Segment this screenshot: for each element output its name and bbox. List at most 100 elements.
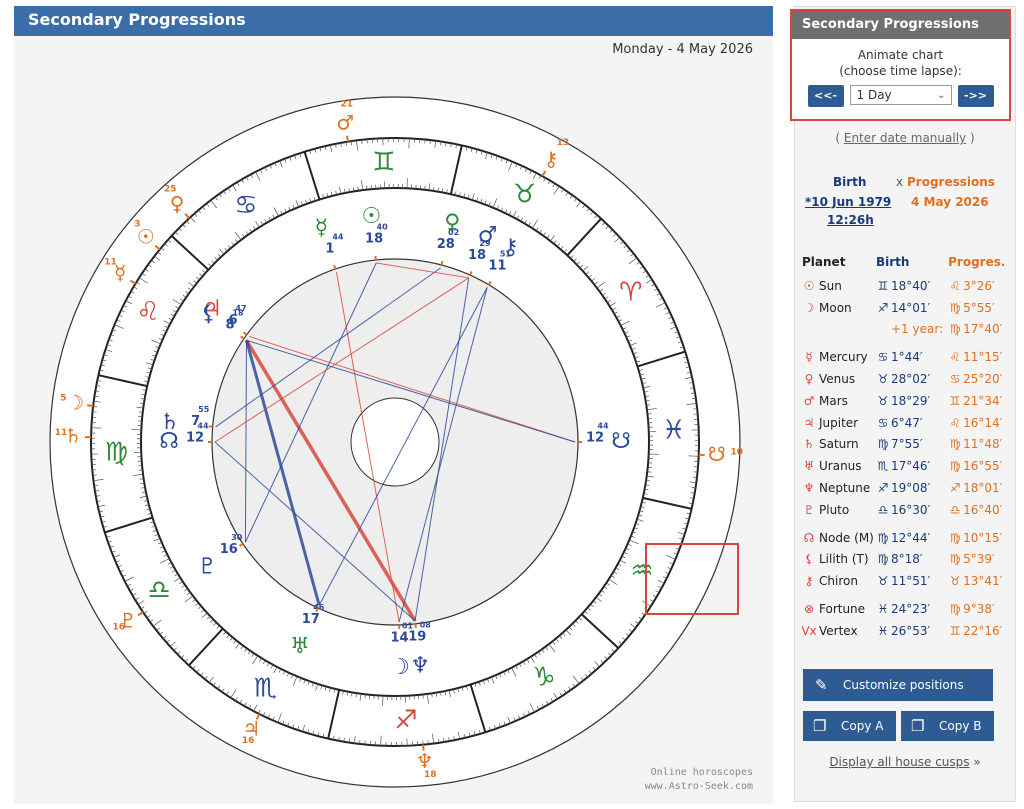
natal-planet-icon: ♄ — [160, 410, 180, 435]
birth-value: 8°18′ — [891, 552, 923, 567]
center-circle — [350, 397, 440, 487]
birth-date-link[interactable]: *10 Jun 1979 — [805, 195, 891, 209]
customize-positions-button[interactable]: ✎ Customize positions — [803, 669, 993, 701]
birth-time-link[interactable]: 12:26h — [827, 213, 874, 227]
birth-value: 18°29′ — [891, 393, 931, 408]
progressed-sign-icon: ♋ — [949, 372, 961, 387]
natal-planet-minute: 40 — [377, 223, 389, 232]
animate-text: Animate chart (choose time lapse): — [792, 47, 1009, 79]
natal-planet-degree: 28 — [437, 237, 455, 252]
natal-planet-minute: 01 — [402, 621, 414, 630]
progressed-sign-icon: ♍ — [949, 322, 961, 337]
progressed-sign-icon: ♊ — [949, 623, 961, 638]
birth-sign-icon: ♍ — [877, 437, 889, 452]
progressed-sign-icon: ♍ — [949, 459, 961, 474]
planet-glyph-icon: ☿ — [805, 350, 813, 365]
birth-sign-icon: ♉ — [877, 393, 889, 408]
copy-a-label: Copy A — [841, 719, 884, 733]
time-lapse-select[interactable]: 1 Day ⌄ — [849, 85, 952, 105]
birth-value: 26°53′ — [891, 623, 931, 638]
planet-marker — [333, 264, 337, 270]
birth-sign-icon: ♋ — [877, 350, 889, 365]
birth-value: 6°47′ — [891, 415, 923, 430]
progressed-position-cell: ♍ 10°15′ — [947, 524, 1011, 549]
copy-icon: ❐ — [911, 717, 925, 735]
progressed-sign-icon: ♉ — [949, 574, 961, 589]
natal-planet-degree: 1 — [325, 241, 334, 256]
progressed-value: 16°40′ — [963, 502, 1003, 517]
birth-position-cell: ♓ 24°23′ — [875, 595, 947, 620]
chevron-down-icon: ⌄ — [937, 90, 946, 101]
birth-sign-icon: ♉ — [877, 372, 889, 387]
natal-planet-degree: 14 — [390, 630, 408, 645]
planet-glyph-icon: ☽ — [803, 300, 815, 315]
progressed-sign-icon: ♊ — [949, 393, 961, 408]
natal-planet-icon: ♆ — [410, 654, 430, 679]
planet-name: Mercury — [819, 350, 868, 365]
planet-table: Planet Birth Progres. ☉ Sun ♊ 18°40′ ♌ 3°26′ ☽… — [801, 249, 1011, 642]
table-row: ♆ Neptune ♐ 19°08′ ♐ 18°01′ — [801, 477, 1011, 499]
planet-name-cell: ♆ Neptune — [801, 477, 875, 499]
birth-sign-icon: ♏ — [877, 459, 889, 474]
natal-planet-degree: 11 — [488, 259, 506, 274]
planet-marker — [346, 135, 349, 142]
progressed-position-cell: ♍ 16°55′ — [947, 455, 1011, 477]
planet-name: Fortune — [819, 602, 866, 617]
progressed-position-cell: ♍ 11°48′ — [947, 434, 1011, 456]
progressed-planet-degree: 25 — [164, 185, 177, 195]
x-separator: x — [896, 175, 904, 189]
planet-glyph-icon: ♇ — [803, 502, 815, 517]
planet-glyph-icon: ♂ — [803, 393, 815, 408]
animate-box: Secondary Progressions Animate chart (ch… — [790, 9, 1011, 121]
progressed-planet-degree: 21 — [340, 100, 353, 110]
birth-sign-icon: ♍ — [877, 552, 889, 567]
natal-planet-minute: 29 — [479, 239, 491, 248]
zodiac-sign-icon: ♒ — [630, 556, 653, 586]
enter-date-link[interactable]: Enter date manually — [844, 131, 966, 145]
all-cusps-row: Display all house cusps » — [795, 755, 1015, 769]
planet-name-cell: ⚸ Lilith (T) — [801, 549, 875, 571]
progressed-planet-degree: 11 — [104, 257, 117, 267]
right-panel: Secondary Progressions Animate chart (ch… — [790, 6, 1016, 802]
planet-glyph-icon: ☉ — [803, 278, 815, 293]
table-row: ♄ Saturn ♍ 7°55′ ♍ 11°48′ — [801, 434, 1011, 456]
birth-position-cell: ♋ 1°44′ — [875, 343, 947, 368]
prev-button[interactable]: <<- — [807, 85, 844, 107]
progressed-planet-icon: ☋ — [708, 442, 726, 466]
copy-a-button[interactable]: ❐ Copy A — [803, 711, 896, 741]
natal-planet-degree: 16 — [220, 542, 238, 557]
col-birth: Birth — [876, 255, 910, 269]
progressed-position-cell: ♐ 18°01′ — [947, 477, 1011, 499]
zodiac-sign-icon: ♈ — [619, 277, 642, 307]
planet-name-cell — [801, 319, 875, 344]
natal-planet-minute: 46 — [313, 603, 325, 612]
progressed-position-cell: ♊ 22°16′ — [947, 620, 1011, 642]
zodiac-sign-icon: ♎ — [148, 576, 171, 606]
natal-planet-degree: 17 — [302, 612, 320, 627]
natal-planet-minute: 02 — [448, 228, 459, 237]
progressed-planet-icon: ☽ — [66, 390, 84, 414]
copy-b-button[interactable]: ❐ Copy B — [901, 711, 994, 741]
planet-name: Saturn — [819, 437, 859, 452]
progressed-sign-icon: ♍ — [949, 437, 961, 452]
all-cusps-arrow: » — [969, 755, 981, 769]
progressed-position-cell: ♍ 17°40′ — [947, 319, 1011, 344]
planet-name-cell: Vx Vertex — [801, 620, 875, 642]
birth-value: 17°46′ — [891, 459, 931, 474]
planet-glyph-icon: ♆ — [803, 481, 815, 496]
progressed-value: 5°39′ — [963, 552, 995, 567]
progressed-sign-icon: ♍ — [949, 552, 961, 567]
birth-position-cell: ♍ 7°55′ — [875, 434, 947, 456]
all-cusps-link[interactable]: Display all house cusps — [829, 755, 969, 769]
planet-glyph-icon: ⚸ — [804, 552, 814, 567]
enter-close: ) — [966, 131, 975, 145]
planet-name: Node (M) — [819, 530, 874, 545]
progressed-planet-icon: ⚷ — [544, 147, 559, 171]
progressed-value: 17°40′ — [963, 322, 1003, 337]
planet-name-cell: ♀ Venus — [801, 368, 875, 390]
progressed-value: 22°16′ — [963, 623, 1003, 638]
next-button[interactable]: ->> — [957, 85, 994, 107]
progressed-sign-icon: ♐ — [949, 481, 961, 496]
natal-planet-icon: ♅ — [290, 634, 310, 659]
planet-glyph-icon: ⊗ — [803, 602, 815, 617]
